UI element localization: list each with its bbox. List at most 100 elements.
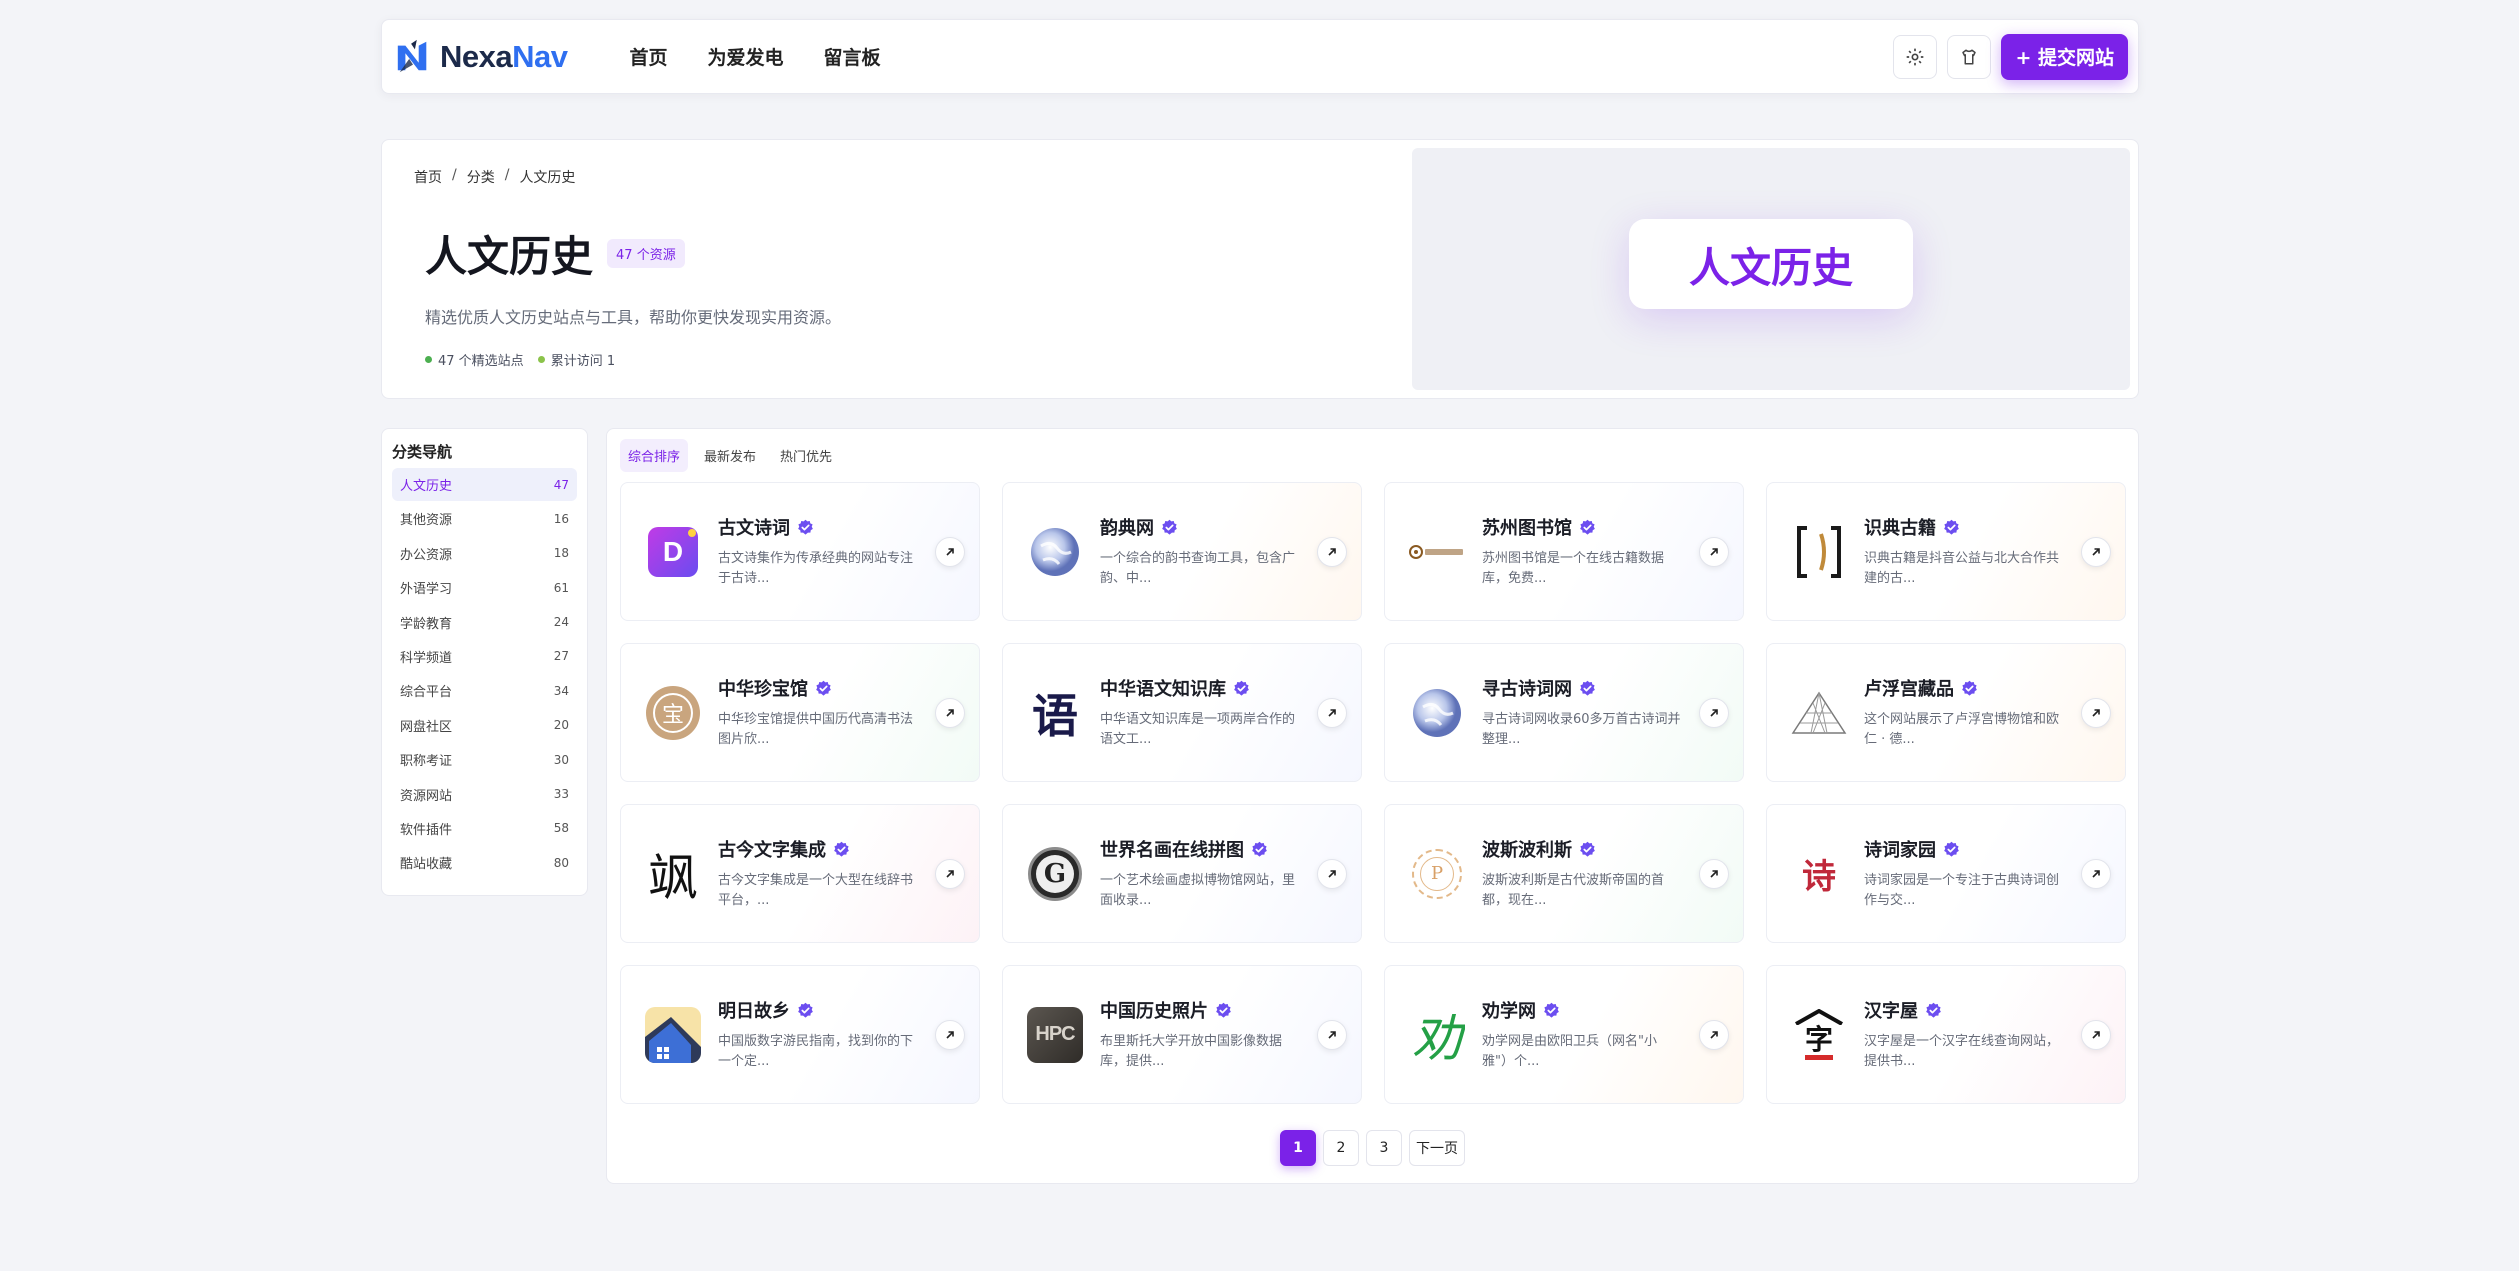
- tab-default-sort[interactable]: 综合排序: [620, 438, 689, 472]
- open-site-button[interactable]: [935, 859, 965, 889]
- arrow-up-right-icon: [946, 870, 954, 878]
- site-logo: [1027, 524, 1083, 580]
- sidebar-item[interactable]: 软件插件 58: [392, 812, 577, 845]
- card-title: 中华珍宝馆: [718, 679, 808, 700]
- resource-card[interactable]: 苏州图书馆 苏州图书馆是一个在线古籍数据库，免费...: [1384, 482, 1744, 621]
- tab-popular[interactable]: 热门优先: [772, 439, 840, 472]
- arrow-up-right-icon: [2092, 709, 2100, 717]
- arrow-up-right-icon: [2092, 1031, 2100, 1039]
- card-title: 诗词家园: [1864, 840, 1936, 861]
- resource-card[interactable]: 寻古诗词网 寻古诗词网收录60多万首古诗词并整理...: [1384, 643, 1744, 782]
- open-site-button[interactable]: [1699, 1020, 1729, 1050]
- sidebar-item[interactable]: 人文历史 47: [392, 468, 577, 501]
- brand-logo[interactable]: NexaNav: [394, 38, 568, 76]
- open-site-button[interactable]: [2081, 537, 2111, 567]
- sidebar-item-label: 其他资源: [400, 513, 453, 529]
- page-3-button[interactable]: 3: [1366, 1130, 1402, 1166]
- verified-badge-icon: [798, 1002, 813, 1018]
- resource-card[interactable]: 卢浮宫藏品 这个网站展示了卢浮宫博物馆和欧仁 · 德...: [1766, 643, 2126, 782]
- arrow-up-right-icon: [946, 1031, 954, 1039]
- card-description: 寻古诗词网收录60多万首古诗词并整理...: [1482, 712, 1681, 747]
- sidebar-item[interactable]: 科学频道 27: [392, 640, 577, 673]
- card-info: 诗词家园诗词家园是一个专注于古典诗词创作与交...: [1864, 836, 2064, 911]
- card-info: 世界名画在线拼图 一个艺术绘画虚拟博物馆网站，里面收录...: [1100, 836, 1300, 911]
- open-site-button[interactable]: [1699, 698, 1729, 728]
- site-logo: [1791, 685, 1847, 741]
- open-site-button[interactable]: [2081, 1020, 2111, 1050]
- resource-card[interactable]: 字汉字屋 汉字屋是一个汉字在线查询网站，提供书...: [1766, 965, 2126, 1104]
- open-site-button[interactable]: [2081, 859, 2111, 889]
- site-logo: HPC: [1027, 1006, 1083, 1063]
- card-description: 诗词家园是一个专注于古典诗词创作与交...: [1864, 873, 2060, 908]
- breadcrumb-home[interactable]: 首页: [414, 167, 442, 187]
- resource-card[interactable]: 劝劝学网 劝学网是由欧阳卫兵（网名"小雅"）个...: [1384, 965, 1744, 1104]
- sidebar-item-label: 网盘社区: [400, 719, 453, 735]
- open-site-button[interactable]: [935, 698, 965, 728]
- brand-name: NexaNav: [440, 39, 568, 75]
- resource-card[interactable]: HPC 中国历史照片布里斯托大学开放中国影像数据库，提供...: [1002, 965, 1362, 1104]
- site-logo: 诗: [1791, 846, 1847, 902]
- card-info: 中华珍宝馆 中华珍宝馆提供中国历代高清书法图片欣...: [718, 675, 918, 750]
- nav-donate[interactable]: 为爱发电: [708, 43, 784, 70]
- sidebar-item[interactable]: 外语学习 61: [392, 571, 577, 604]
- main-nav: 首页 为爱发电 留言板: [629, 43, 880, 70]
- sidebar-item[interactable]: 其他资源 16: [392, 502, 577, 535]
- page-2-button[interactable]: 2: [1323, 1130, 1359, 1166]
- sidebar-item[interactable]: 酷站收藏 80: [392, 846, 577, 879]
- resource-card[interactable]: 识典古籍 识典古籍是抖音公益与北大合作共建的古...: [1766, 482, 2126, 621]
- sidebar-item[interactable]: 网盘社区 20: [392, 709, 577, 742]
- nav-guestbook[interactable]: 留言板: [824, 43, 881, 70]
- open-site-button[interactable]: [1317, 537, 1347, 567]
- sidebar-item[interactable]: 职称考证 30: [392, 743, 577, 776]
- card-logo-glyph: P: [1430, 863, 1444, 884]
- site-logo: 字: [1791, 1007, 1847, 1063]
- settings-button[interactable]: [1893, 34, 1938, 79]
- card-title: 世界名画在线拼图: [1100, 840, 1244, 861]
- arrow-up-right-icon: [1328, 870, 1336, 878]
- card-description: 布里斯托大学开放中国影像数据库，提供...: [1100, 1034, 1283, 1069]
- resource-card[interactable]: 飒古今文字集成 古今文字集成是一个大型在线辞书平台，...: [620, 804, 980, 943]
- next-page-button[interactable]: 下一页: [1409, 1130, 1465, 1166]
- card-title: 古文诗词: [718, 518, 790, 539]
- resource-card[interactable]: 语中华语文知识库 中华语文知识库是一项两岸合作的语文工...: [1002, 643, 1362, 782]
- open-site-button[interactable]: [1699, 537, 1729, 567]
- resource-card[interactable]: 诗诗词家园诗词家园是一个专注于古典诗词创作与交...: [1766, 804, 2126, 943]
- page-title: 人文历史: [425, 232, 594, 281]
- verified-badge-icon: [1962, 680, 1977, 696]
- resource-card[interactable]: 韵典网 一个综合的韵书查询工具，包含广韵、中...: [1002, 482, 1362, 621]
- resource-card[interactable]: P 波斯波利斯 波斯波利斯是古代波斯帝国的首都，现在...: [1384, 804, 1744, 943]
- open-site-button[interactable]: [1317, 859, 1347, 889]
- card-title-row: 韵典网: [1100, 514, 1300, 540]
- open-site-button[interactable]: [2081, 698, 2111, 728]
- resource-card[interactable]: 明日故乡 中国版数字游民指南，找到你的下一个定...: [620, 965, 980, 1104]
- resource-card[interactable]: G 世界名画在线拼图 一个艺术绘画虚拟博物馆网站，里面收录...: [1002, 804, 1362, 943]
- open-site-button[interactable]: [1317, 1020, 1347, 1050]
- stat-sites: 47 个精选站点: [425, 350, 524, 369]
- site-logo: 飒: [645, 846, 701, 902]
- submit-site-button[interactable]: + 提交网站: [2001, 33, 2128, 80]
- tab-latest[interactable]: 最新发布: [696, 439, 764, 472]
- card-logo-glyph: HPC: [1035, 1023, 1075, 1045]
- sidebar-item-label: 人文历史: [400, 479, 453, 494]
- page-1-button[interactable]: 1: [1280, 1130, 1316, 1166]
- resource-card[interactable]: 宝 中华珍宝馆 中华珍宝馆提供中国历代高清书法图片欣...: [620, 643, 980, 782]
- nav-home[interactable]: 首页: [629, 43, 667, 70]
- verified-badge-icon: [798, 519, 813, 535]
- open-site-button[interactable]: [935, 537, 965, 567]
- breadcrumb-category[interactable]: 分类: [467, 167, 495, 187]
- verified-badge-icon: [1580, 841, 1595, 857]
- open-site-button[interactable]: [935, 1020, 965, 1050]
- theme-button[interactable]: [1947, 34, 1992, 79]
- sidebar-item[interactable]: 办公资源 18: [392, 537, 577, 570]
- sidebar-item[interactable]: 综合平台 34: [392, 674, 577, 707]
- sidebar-item[interactable]: 资源网站 33: [392, 778, 577, 811]
- open-site-button[interactable]: [1317, 698, 1347, 728]
- card-info: 中国历史照片布里斯托大学开放中国影像数据库，提供...: [1100, 997, 1300, 1072]
- sidebar-item-label: 办公资源: [400, 547, 453, 563]
- sidebar-item[interactable]: 学龄教育 24: [392, 606, 577, 639]
- open-site-button[interactable]: [1699, 859, 1729, 889]
- sidebar-item-count: 61: [553, 580, 569, 595]
- card-title: 卢浮宫藏品: [1864, 679, 1954, 700]
- resource-card[interactable]: D 古文诗词 古文诗集作为传承经典的网站专注于古诗...: [620, 482, 980, 621]
- card-title: 中国历史照片: [1100, 1001, 1208, 1022]
